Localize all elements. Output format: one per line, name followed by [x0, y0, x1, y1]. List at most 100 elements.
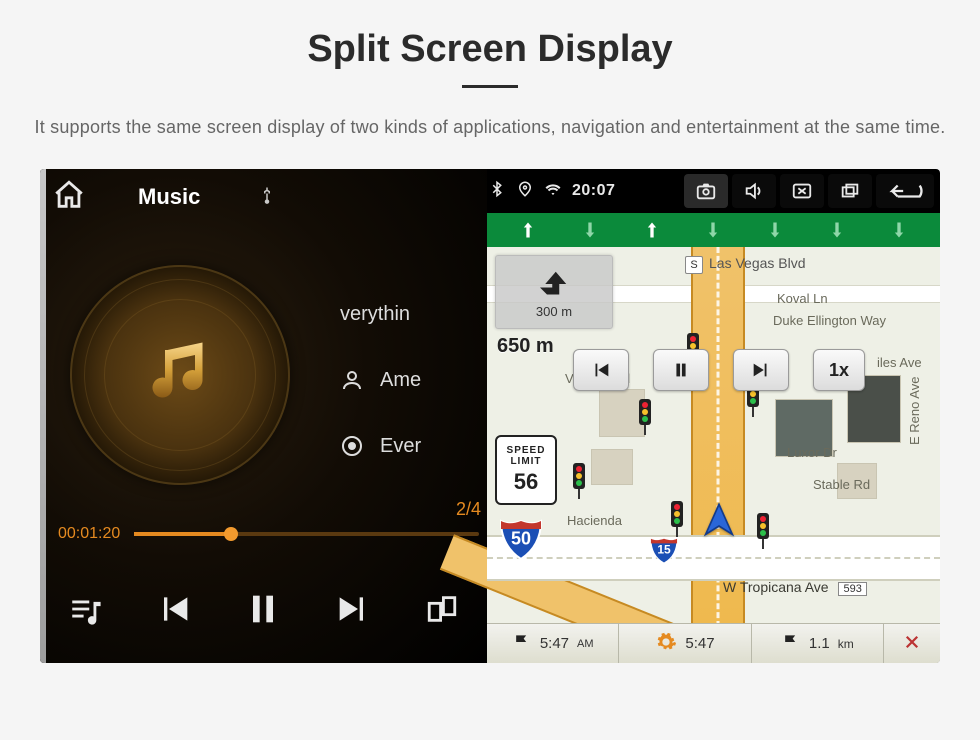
next-turn-distance: 650 m — [497, 335, 554, 358]
map-next-button[interactable] — [733, 349, 789, 391]
traffic-light-icon — [571, 463, 587, 499]
traffic-light-icon — [637, 399, 653, 435]
track-row-title: verythin — [340, 281, 490, 347]
speed-limit-label-1: SPEED — [507, 445, 546, 456]
music-note-icon — [140, 335, 220, 415]
progress-bar[interactable] — [134, 532, 479, 536]
track-index: 2/4 — [456, 499, 481, 520]
close-nav-button[interactable] — [884, 624, 940, 663]
recent-apps-button[interactable] — [828, 174, 872, 208]
status-right — [684, 174, 940, 208]
page-title: Split Screen Display — [0, 28, 980, 71]
music-title: Music — [138, 184, 200, 210]
speed-limit-value: 56 — [514, 469, 538, 495]
music-controls — [40, 565, 487, 653]
street-label: W Tropicana Ave 593 — [723, 579, 867, 596]
lane-arrow-icon — [640, 218, 664, 242]
route-shield-number: 50 — [497, 528, 545, 549]
close-icon — [903, 633, 921, 655]
bluetooth-icon — [488, 180, 506, 203]
speed-limit-sign: SPEED LIMIT 56 — [495, 435, 557, 505]
flag-icon — [781, 632, 801, 656]
map-speed-button[interactable]: 1x — [813, 349, 865, 391]
turn-preview: 300 m — [495, 255, 613, 329]
volume-button[interactable] — [732, 174, 776, 208]
screenshot-button[interactable] — [684, 174, 728, 208]
turn-left-icon — [533, 266, 575, 302]
distance-value: 1.1 — [809, 635, 830, 652]
street-label: Duke Ellington Way — [773, 313, 886, 328]
wifi-icon — [544, 180, 562, 203]
progress-fill — [134, 532, 231, 536]
street-label: Koval Ln — [777, 291, 828, 306]
playlist-button[interactable] — [55, 579, 115, 639]
track-row-album: Ever — [340, 413, 490, 479]
road — [487, 535, 940, 581]
title-underline — [462, 85, 518, 88]
elapsed-time: 00:01:20 — [58, 525, 120, 543]
previous-button[interactable] — [144, 579, 204, 639]
status-time: 20:07 — [572, 182, 615, 200]
music-pane: Music verythin — [40, 169, 487, 663]
traffic-light-icon — [669, 501, 685, 537]
map-pane[interactable]: Las Vegas Blvd Koval Ln Duke Ellington W… — [487, 213, 940, 663]
back-button[interactable] — [876, 174, 934, 208]
building — [591, 449, 633, 485]
location-icon — [516, 180, 534, 203]
street-label: Luxor Dr — [787, 445, 837, 460]
map-bottom-bar: 5:47 AM 5:47 1.1 km — [487, 623, 940, 663]
status-left: 20:07 — [480, 180, 615, 203]
lane-arrow-icon — [516, 218, 540, 242]
location-cursor-icon — [699, 501, 739, 541]
track-row-1-text: verythin — [340, 303, 410, 326]
interstate-number: 15 — [649, 542, 679, 556]
map-previous-button[interactable] — [573, 349, 629, 391]
lane-arrow-icon — [763, 218, 787, 242]
street-label: iles Ave — [877, 355, 922, 370]
duration-item[interactable]: 5:47 — [619, 624, 751, 663]
map-pause-button[interactable] — [653, 349, 709, 391]
map-playback-controls: 1x — [573, 349, 865, 391]
gear-icon — [655, 631, 677, 657]
progress-row: 00:01:20 — [58, 525, 479, 543]
pause-button[interactable] — [233, 579, 293, 639]
close-app-button[interactable] — [780, 174, 824, 208]
route-tag: 593 — [838, 582, 866, 596]
lane-arrow-icon — [887, 218, 911, 242]
page-description: It supports the same screen display of t… — [30, 114, 950, 141]
mode-button[interactable] — [412, 579, 472, 639]
interstate-shield-icon: 15 — [649, 535, 679, 563]
track-row-3-text: Ever — [380, 435, 421, 458]
eta-item[interactable]: 5:47 AM — [487, 624, 619, 663]
lane-arrow-icon — [825, 218, 849, 242]
device-screen: Music verythin — [40, 169, 940, 663]
lane-arrow-icon — [701, 218, 725, 242]
eta-ampm: AM — [577, 638, 594, 650]
progress-knob[interactable] — [224, 527, 238, 541]
music-topbar: Music — [40, 169, 487, 225]
street-label: E Reno Ave — [907, 377, 922, 445]
distance-unit: km — [838, 637, 854, 651]
traffic-light-icon — [755, 513, 771, 549]
album-art — [70, 265, 290, 485]
usb-icon — [246, 183, 276, 212]
status-bar: 20:07 — [480, 169, 940, 213]
route-shield-icon: 50 — [497, 515, 545, 561]
track-list: verythin Ame Ever — [340, 281, 490, 479]
street-label: Stable Rd — [813, 477, 870, 492]
lane-guidance — [487, 213, 940, 247]
street-label: Las Vegas Blvd — [685, 255, 806, 274]
eta-time: 5:47 — [540, 635, 569, 652]
turn-distance: 300 m — [536, 304, 572, 319]
distance-item[interactable]: 1.1 km — [752, 624, 884, 663]
lane-arrow-icon — [578, 218, 602, 242]
speed-limit-label-2: LIMIT — [510, 456, 541, 467]
next-button[interactable] — [323, 579, 383, 639]
flag-icon — [512, 632, 532, 656]
track-row-artist: Ame — [340, 347, 490, 413]
street-label: Hacienda — [567, 513, 622, 528]
home-icon[interactable] — [52, 178, 86, 217]
track-row-2-text: Ame — [380, 369, 421, 392]
duration-value: 5:47 — [685, 635, 714, 652]
street-name: W Tropicana Ave — [723, 579, 829, 595]
